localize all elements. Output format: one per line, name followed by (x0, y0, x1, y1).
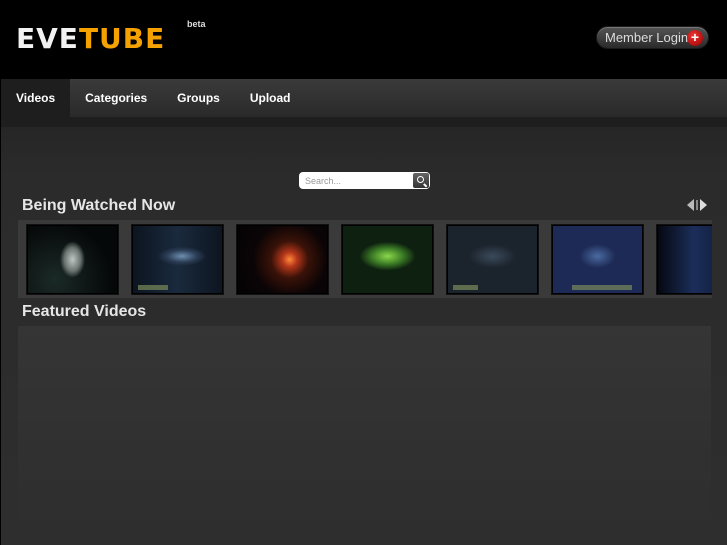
evetube-logo[interactable]: EVETUBE (16, 24, 165, 54)
main-content: Being Watched Now Featured Videos (1, 117, 727, 545)
logo-part-tube: TUBE (78, 22, 166, 55)
nav-tab-groups[interactable]: Groups (162, 79, 235, 117)
video-thumbnail[interactable] (341, 224, 434, 295)
member-login-label: Member Login (605, 30, 689, 45)
nav-tab-upload[interactable]: Upload (235, 79, 306, 117)
search-button[interactable] (413, 173, 429, 188)
search-box (299, 172, 430, 189)
featured-videos-title: Featured Videos (22, 303, 147, 320)
video-thumbnail[interactable] (26, 224, 119, 295)
plus-icon: + (687, 30, 703, 46)
main-nav: Videos Categories Groups Upload (1, 79, 727, 117)
nav-tab-categories[interactable]: Categories (70, 79, 162, 117)
logo-part-eve: EVE (16, 22, 79, 55)
carousel-controls (687, 199, 711, 211)
video-thumbnail[interactable] (131, 224, 224, 295)
video-thumbnail[interactable] (656, 224, 712, 295)
video-thumbnail[interactable] (551, 224, 644, 295)
video-thumbnail[interactable] (236, 224, 329, 295)
arrow-separator (696, 200, 698, 210)
arrow-right-icon[interactable] (700, 199, 707, 211)
video-thumbnail[interactable] (446, 224, 539, 295)
nav-tab-videos[interactable]: Videos (1, 79, 71, 117)
being-watched-title: Being Watched Now (22, 197, 176, 214)
being-watched-carousel (18, 220, 712, 298)
content-top-bar (1, 117, 727, 127)
search-icon (417, 176, 424, 183)
beta-label: beta (187, 19, 206, 29)
member-login-button[interactable]: Member Login + (596, 26, 709, 49)
arrow-left-icon[interactable] (687, 199, 694, 211)
search-input[interactable] (301, 173, 411, 188)
header: EVETUBE beta Member Login + (0, 0, 727, 80)
featured-videos-panel (18, 326, 711, 545)
